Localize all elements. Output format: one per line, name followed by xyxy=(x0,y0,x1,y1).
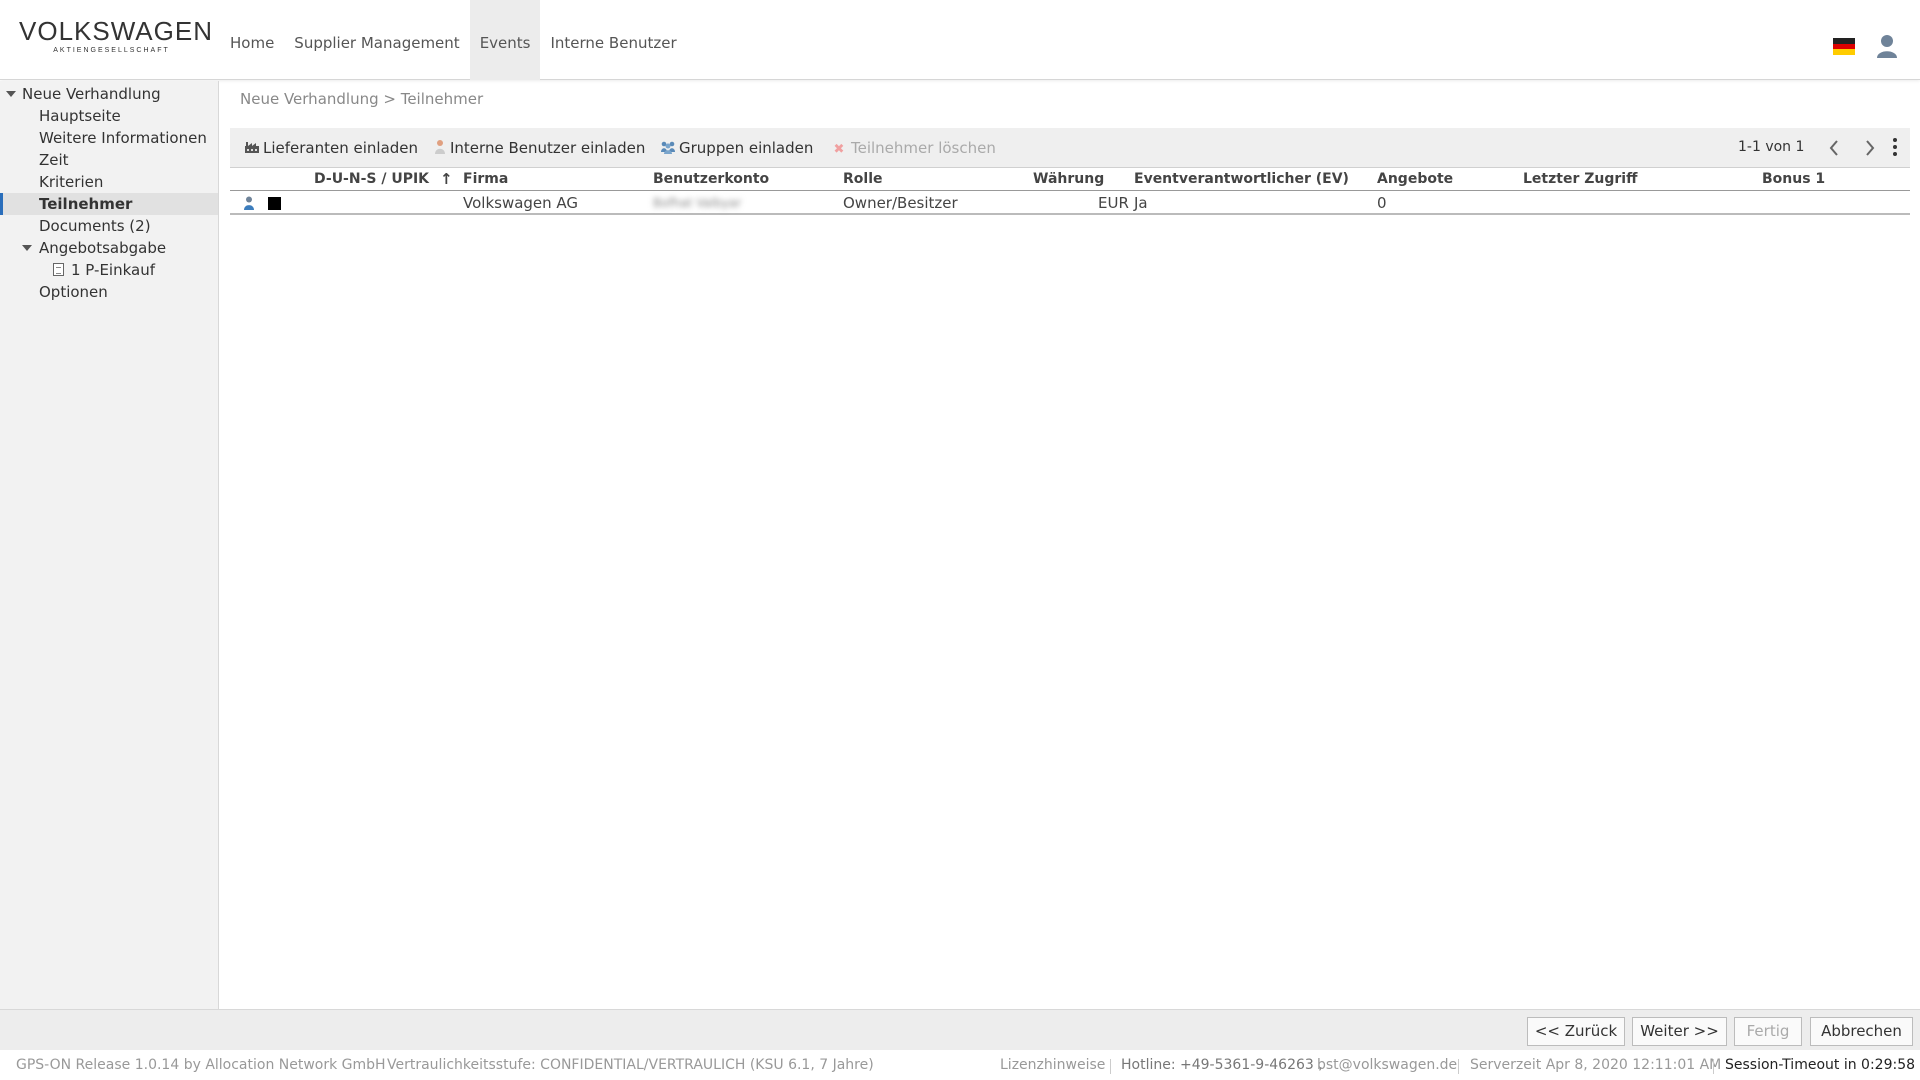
nav-supplier-management[interactable]: Supplier Management xyxy=(284,0,469,80)
cell-firma: Volkswagen AG xyxy=(463,194,579,212)
factory-icon xyxy=(245,142,259,153)
tree-item-hauptseite[interactable]: Hauptseite xyxy=(0,105,218,127)
logo-subtitle: AKTIENGESELLSCHAFT xyxy=(53,47,170,54)
participant-color-swatch xyxy=(268,197,281,210)
column-header-bonus-1[interactable]: Bonus 1 xyxy=(1762,168,1825,191)
nav-interne-benutzer[interactable]: Interne Benutzer xyxy=(540,0,686,80)
status-separator xyxy=(1110,1059,1111,1074)
invite-internal-users-button[interactable]: Interne Benutzer einladen xyxy=(434,128,645,168)
tree-item-teilnehmer[interactable]: Teilnehmer xyxy=(0,193,218,215)
status-separator xyxy=(1458,1059,1459,1074)
back-button[interactable]: << Zurück xyxy=(1527,1017,1625,1046)
more-options-icon[interactable] xyxy=(1888,136,1902,160)
flag-de-icon[interactable] xyxy=(1833,38,1855,55)
cell-rolle: Owner/Besitzer xyxy=(843,194,958,212)
tree-item-angebotsabgabe[interactable]: Angebotsabgabe xyxy=(0,237,218,259)
tree-item-neue-verhandlung[interactable]: Neue Verhandlung xyxy=(0,83,218,105)
tree-item-kriterien[interactable]: Kriterien xyxy=(0,171,218,193)
participants-table-header: D-U-N-S / UPIK ↑ Firma Benutzerkonto Rol… xyxy=(230,168,1910,191)
invite-internal-users-label: Interne Benutzer einladen xyxy=(450,139,646,157)
release-info: GPS-ON Release 1.0.14 by Allocation Netw… xyxy=(16,1057,386,1073)
delete-participants-button[interactable]: ✖ Teilnehmer löschen xyxy=(831,128,996,168)
delete-x-icon: ✖ xyxy=(833,142,845,157)
volkswagen-logo[interactable]: VOLKSWAGEN AKTIENGESELLSCHAFT xyxy=(19,16,213,56)
tree-item-optionen[interactable]: Optionen xyxy=(0,281,218,303)
logo-wordmark: VOLKSWAGEN xyxy=(19,16,213,46)
status-separator xyxy=(1713,1059,1714,1074)
column-header-firma[interactable]: Firma xyxy=(463,168,508,191)
tree-item-weitere-informationen[interactable]: Weitere Informationen xyxy=(0,127,218,149)
cell-benutzerkonto: Bofhat Valbyar xyxy=(653,196,742,210)
tree-item-label: Documents (2) xyxy=(39,217,151,235)
tree-item-label: Zeit xyxy=(39,151,69,169)
main-nav: Home Supplier Management Events Interne … xyxy=(220,0,687,80)
cell-eventverantwortlicher: Ja xyxy=(1134,194,1148,212)
table-row[interactable]: Volkswagen AG Bofhat Valbyar Owner/Besit… xyxy=(230,191,1910,215)
expand-triangle-icon[interactable] xyxy=(6,91,16,97)
invite-suppliers-label: Lieferanten einladen xyxy=(263,139,419,157)
user-icon[interactable] xyxy=(1876,34,1898,58)
nav-events[interactable]: Events xyxy=(469,0,541,80)
column-header-waehrung[interactable]: Währung xyxy=(1033,168,1104,191)
tree-item-label: Weitere Informationen xyxy=(39,129,207,147)
tree-item-label: Neue Verhandlung xyxy=(22,85,161,103)
group-icon xyxy=(661,141,675,154)
tree-item-zeit[interactable]: Zeit xyxy=(0,149,218,171)
sort-ascending-icon[interactable]: ↑ xyxy=(440,168,453,191)
column-header-benutzerkonto[interactable]: Benutzerkonto xyxy=(653,168,769,191)
finish-button[interactable]: Fertig xyxy=(1734,1017,1802,1046)
invite-suppliers-button[interactable]: Lieferanten einladen xyxy=(244,128,418,168)
tree-item-label: Teilnehmer xyxy=(39,195,133,213)
column-header-angebote[interactable]: Angebote xyxy=(1377,168,1453,191)
support-email-link[interactable]: bst@volkswagen.de xyxy=(1317,1051,1457,1080)
owner-user-icon xyxy=(244,196,254,210)
expand-triangle-icon[interactable] xyxy=(22,245,32,251)
person-icon xyxy=(435,140,445,154)
status-bar: GPS-ON Release 1.0.14 by Allocation Netw… xyxy=(0,1051,1920,1080)
tree-item-label: Hauptseite xyxy=(39,107,121,125)
chevron-right-icon xyxy=(1866,140,1875,156)
column-header-duns[interactable]: D-U-N-S / UPIK xyxy=(314,168,429,191)
sidebar-tree: Neue Verhandlung Hauptseite Weitere Info… xyxy=(0,81,219,1009)
tree-item-documents[interactable]: Documents (2) xyxy=(0,215,218,237)
previous-page-button[interactable] xyxy=(1822,136,1846,160)
column-header-letzter-zugriff[interactable]: Letzter Zugriff xyxy=(1523,168,1637,191)
pager-count: 1-1 von 1 xyxy=(1738,139,1805,155)
column-header-eventverantwortlicher[interactable]: Eventverantwortlicher (EV) xyxy=(1134,168,1349,191)
next-page-button[interactable] xyxy=(1858,136,1882,160)
tree-item-label: Optionen xyxy=(39,283,108,301)
tree-item-label: Angebotsabgabe xyxy=(39,239,167,257)
tree-item-p-einkauf[interactable]: 1 P-Einkauf xyxy=(0,259,218,281)
wizard-button-bar: << Zurück Weiter >> Fertig Abbrechen xyxy=(0,1009,1920,1050)
next-button[interactable]: Weiter >> xyxy=(1632,1017,1727,1046)
breadcrumb: Neue Verhandlung > Teilnehmer xyxy=(240,90,484,108)
cancel-button[interactable]: Abbrechen xyxy=(1810,1017,1913,1046)
cell-angebote: 0 xyxy=(1377,194,1387,212)
invite-groups-button[interactable]: Gruppen einladen xyxy=(660,128,813,168)
invite-groups-label: Gruppen einladen xyxy=(679,139,814,157)
nav-home[interactable]: Home xyxy=(220,0,284,80)
license-link[interactable]: Lizenzhinweise xyxy=(1000,1051,1105,1080)
chevron-left-icon xyxy=(1829,140,1838,156)
participants-toolbar: Lieferanten einladen Interne Benutzer ei… xyxy=(230,128,1910,168)
column-header-rolle[interactable]: Rolle xyxy=(843,168,883,191)
cell-waehrung: EUR xyxy=(1098,194,1129,212)
top-header: VOLKSWAGEN AKTIENGESELLSCHAFT Home Suppl… xyxy=(0,0,1920,80)
confidentiality-info: Vertraulichkeitsstufe: CONFIDENTIAL/VERT… xyxy=(387,1057,874,1073)
session-timeout: Session-Timeout in 0:29:58 xyxy=(1725,1057,1916,1073)
document-icon xyxy=(53,263,64,276)
tree-item-label: Kriterien xyxy=(39,173,104,191)
hotline-info: Hotline: +49-5361-9-46263 , xyxy=(1121,1057,1323,1073)
server-time: Serverzeit Apr 8, 2020 12:11:01 AM xyxy=(1470,1057,1722,1073)
delete-participants-label: Teilnehmer löschen xyxy=(851,139,996,157)
tree-item-label: 1 P-Einkauf xyxy=(71,261,155,279)
